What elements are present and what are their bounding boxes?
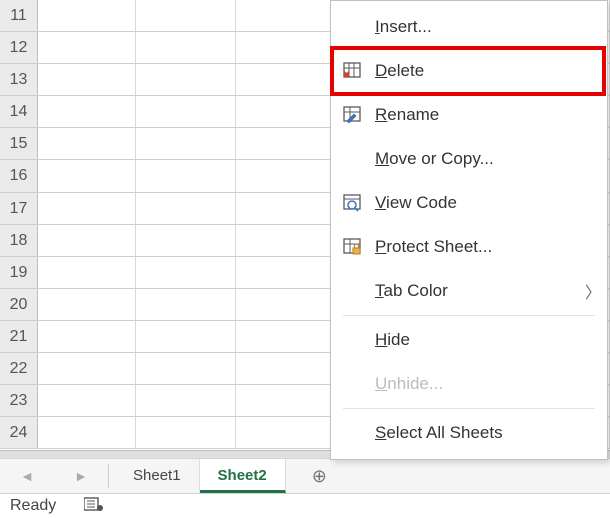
menu-rename-label: Rename [375, 105, 607, 125]
cell[interactable] [38, 96, 136, 127]
menu-separator [343, 315, 595, 316]
menu-rename[interactable]: Rename [331, 93, 607, 137]
cell[interactable] [236, 289, 336, 320]
cell[interactable] [136, 64, 236, 95]
sheet-tab-strip: ◄ ► Sheet1 Sheet2 ⊕ [0, 458, 610, 494]
row-header[interactable]: 18 [0, 225, 38, 256]
menu-selall-label: Select All Sheets [375, 423, 607, 443]
macro-record-icon[interactable] [84, 496, 104, 516]
sheet-tab-1[interactable]: Sheet1 [115, 459, 200, 493]
cell[interactable] [236, 96, 336, 127]
cell[interactable] [38, 257, 136, 288]
menu-protect-label: Protect Sheet... [375, 237, 607, 257]
menu-hide-label: Hide [375, 330, 607, 350]
cell[interactable] [236, 353, 336, 384]
cell[interactable] [136, 96, 236, 127]
cell[interactable] [236, 0, 336, 31]
cell[interactable] [136, 160, 236, 191]
cell[interactable] [136, 225, 236, 256]
cell[interactable] [38, 225, 136, 256]
cell[interactable] [236, 225, 336, 256]
menu-view-code[interactable]: View Code [331, 181, 607, 225]
cell[interactable] [136, 289, 236, 320]
menu-viewcode-label: View Code [375, 193, 607, 213]
cell[interactable] [136, 257, 236, 288]
cell[interactable] [136, 385, 236, 416]
menu-move-copy[interactable]: Move or Copy... [331, 137, 607, 181]
cell[interactable] [136, 353, 236, 384]
cell[interactable] [236, 160, 336, 191]
rename-icon [331, 105, 375, 125]
add-sheet-button[interactable]: ⊕ [312, 466, 327, 487]
menu-separator [343, 408, 595, 409]
tab-nav-divider [108, 464, 109, 488]
cell[interactable] [236, 417, 336, 448]
sheet-context-menu: Insert... Delete Rename Move or C [330, 0, 608, 460]
cell[interactable] [136, 417, 236, 448]
row-header[interactable]: 23 [0, 385, 38, 416]
row-header[interactable]: 21 [0, 321, 38, 352]
row-header[interactable]: 24 [0, 417, 38, 448]
menu-select-all-sheets[interactable]: Select All Sheets [331, 411, 607, 455]
cell[interactable] [236, 321, 336, 352]
cell[interactable] [38, 289, 136, 320]
row-header[interactable]: 15 [0, 128, 38, 159]
menu-unhide: Unhide... [331, 362, 607, 406]
menu-protect-sheet[interactable]: Protect Sheet... [331, 225, 607, 269]
row-header[interactable]: 13 [0, 64, 38, 95]
row-header[interactable]: 12 [0, 32, 38, 63]
view-code-icon [331, 193, 375, 213]
tab-nav-prev[interactable]: ◄ [0, 468, 54, 484]
row-header[interactable]: 19 [0, 257, 38, 288]
cell[interactable] [38, 193, 136, 224]
tab-nav-next[interactable]: ► [54, 468, 108, 484]
cell[interactable] [136, 0, 236, 31]
menu-tab-color[interactable]: Tab Color 〉 [331, 269, 607, 313]
cell[interactable] [38, 160, 136, 191]
cell[interactable] [38, 32, 136, 63]
menu-move-label: Move or Copy... [375, 149, 607, 169]
row-header[interactable]: 20 [0, 289, 38, 320]
cell[interactable] [136, 193, 236, 224]
row-header[interactable]: 22 [0, 353, 38, 384]
cell[interactable] [38, 0, 136, 31]
cell[interactable] [236, 128, 336, 159]
cell[interactable] [236, 32, 336, 63]
row-header[interactable]: 14 [0, 96, 38, 127]
cell[interactable] [38, 353, 136, 384]
menu-insert-label: Insert... [375, 17, 607, 37]
menu-unhide-label: Unhide... [375, 374, 607, 394]
protect-sheet-icon [331, 237, 375, 257]
cell[interactable] [38, 385, 136, 416]
cell[interactable] [236, 193, 336, 224]
cell[interactable] [38, 64, 136, 95]
chevron-right-icon: 〉 [579, 279, 607, 303]
menu-hide[interactable]: Hide [331, 318, 607, 362]
cell[interactable] [236, 257, 336, 288]
cell[interactable] [136, 32, 236, 63]
cell[interactable] [38, 417, 136, 448]
cell[interactable] [38, 321, 136, 352]
menu-delete-label: Delete [375, 61, 607, 81]
menu-delete[interactable]: Delete [331, 49, 607, 93]
row-header[interactable]: 16 [0, 160, 38, 191]
cell[interactable] [236, 385, 336, 416]
cell[interactable] [38, 128, 136, 159]
cell[interactable] [136, 321, 236, 352]
status-bar: Ready [0, 494, 610, 518]
menu-insert[interactable]: Insert... [331, 5, 607, 49]
cell[interactable] [136, 128, 236, 159]
row-header[interactable]: 17 [0, 193, 38, 224]
delete-sheet-icon [331, 61, 375, 81]
cell[interactable] [236, 64, 336, 95]
row-header[interactable]: 11 [0, 0, 38, 31]
status-ready-text: Ready [10, 497, 56, 515]
sheet-tab-2[interactable]: Sheet2 [200, 459, 286, 493]
menu-tabcolor-label: Tab Color [375, 281, 579, 301]
